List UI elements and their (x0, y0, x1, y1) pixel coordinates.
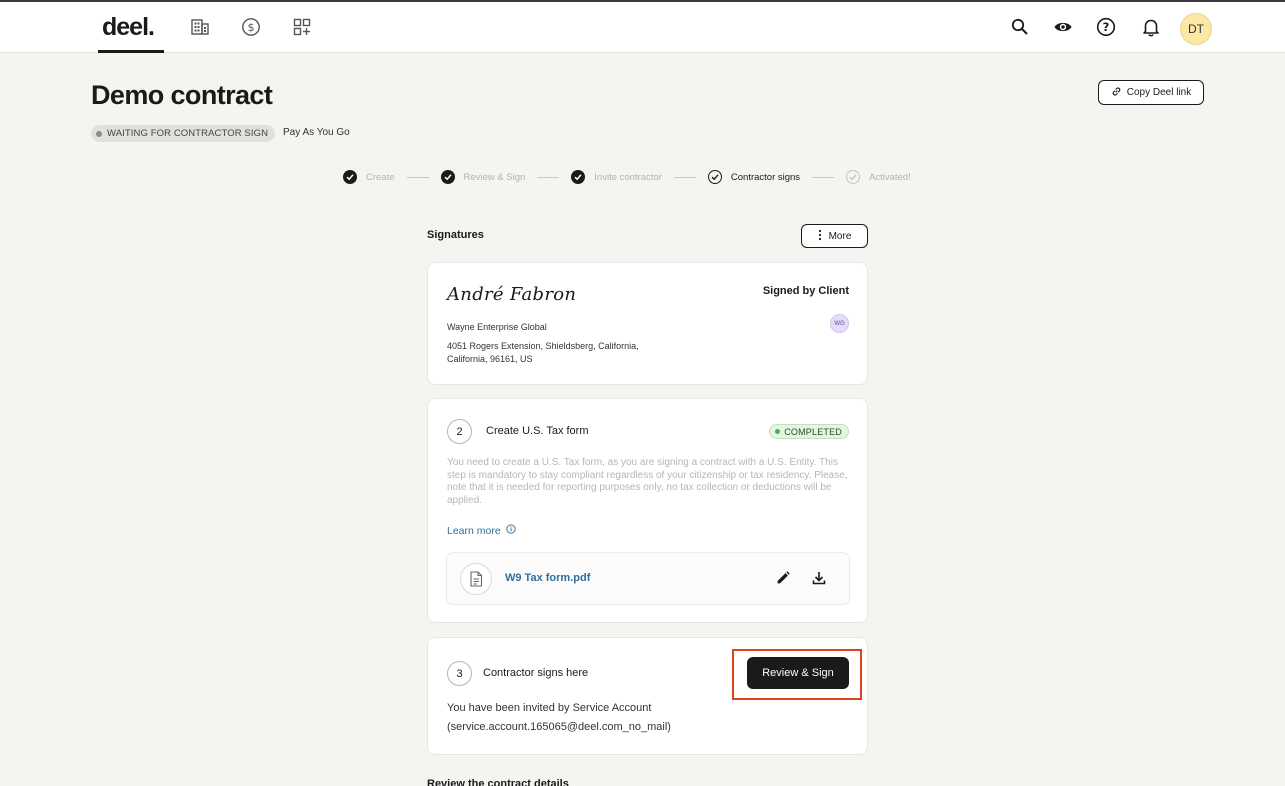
tax-form-title: Create U.S. Tax form (486, 425, 589, 437)
organization-icon[interactable] (189, 16, 211, 38)
page-title: Demo contract (91, 80, 273, 110)
help-icon[interactable]: ? (1095, 16, 1117, 38)
signatures-heading: Signatures (427, 229, 484, 241)
review-and-sign-button[interactable]: Review & Sign (747, 657, 849, 689)
step-connector (673, 176, 696, 178)
contract-plan: Pay As You Go (283, 127, 350, 138)
step-number: 2 (447, 419, 472, 444)
step-create: Create (343, 170, 395, 184)
payments-icon[interactable]: $ (240, 16, 262, 38)
bell-icon[interactable] (1140, 16, 1162, 38)
check-circle-icon (440, 170, 455, 184)
client-signature: André Fabron (447, 284, 577, 305)
copy-deel-link-button[interactable]: Copy Deel link (1098, 80, 1204, 105)
check-circle-icon (343, 170, 357, 184)
client-company-name: Wayne Enterprise Global (447, 322, 547, 332)
link-icon (1111, 86, 1122, 100)
tax-form-card: 2 Create U.S. Tax form COMPLETED You nee… (427, 398, 868, 623)
step-contractor-signs: Contractor signs (707, 170, 801, 184)
top-navigation-bar: deel. $ ? DT (0, 2, 1285, 53)
client-signature-card: André Fabron Signed by Client WG Wayne E… (427, 262, 868, 385)
learn-more-label: Learn more (447, 524, 501, 537)
pencil-icon[interactable] (775, 570, 791, 586)
tax-form-file: W9 Tax form.pdf (446, 552, 850, 605)
document-icon (460, 563, 492, 595)
tax-form-file-name[interactable]: W9 Tax form.pdf (505, 572, 590, 584)
active-nav-indicator (98, 50, 164, 53)
more-label: More (828, 230, 852, 242)
step-invite-contractor: Invite contractor (571, 170, 662, 184)
deel-logo[interactable]: deel. (102, 13, 155, 42)
user-avatar[interactable]: DT (1180, 13, 1212, 45)
learn-more-link[interactable]: Learn more (447, 524, 516, 537)
invitation-text: You have been invited by Service Account… (447, 699, 747, 737)
more-vertical-icon (818, 229, 822, 244)
svg-text:?: ? (1103, 20, 1110, 34)
contractor-sign-card: 3 Contractor signs here Review & Sign Yo… (427, 637, 868, 755)
apps-icon[interactable] (291, 16, 313, 38)
client-company-badge: WG (830, 314, 849, 333)
completed-label: COMPLETED (784, 426, 842, 437)
copy-deel-link-label: Copy Deel link (1126, 87, 1192, 98)
svg-text:$: $ (248, 21, 255, 34)
more-button[interactable]: More (801, 224, 868, 248)
invitation-line: You have been invited by Service Account (447, 702, 652, 714)
completed-badge: COMPLETED (769, 424, 849, 439)
contract-progress-stepper: Create Review & Sign Invite contractor C… (343, 169, 911, 185)
step-number: 3 (447, 661, 472, 686)
step-label: Contractor signs (730, 171, 801, 183)
contractor-sign-title: Contractor signs here (483, 667, 589, 679)
contract-status-label: WAITING FOR CONTRACTOR SIGN (107, 128, 269, 139)
check-circle-outline-icon (707, 170, 722, 184)
step-label: Activated! (869, 171, 911, 183)
step-label: Invite contractor (594, 171, 662, 183)
contract-status-badge: WAITING FOR CONTRACTOR SIGN (91, 125, 276, 142)
tax-form-description: You need to create a U.S. Tax form, as y… (447, 457, 848, 506)
contract-details-heading: Review the contract details (427, 778, 569, 786)
invitation-email: (service.account.165065@deel.com_no_mail… (447, 721, 671, 733)
step-review-sign: Review & Sign (440, 170, 526, 184)
info-icon (506, 524, 516, 537)
step-connector (406, 176, 429, 178)
status-dot (775, 429, 781, 434)
search-icon[interactable] (1009, 16, 1031, 38)
download-icon[interactable] (811, 570, 827, 586)
client-address: 4051 Rogers Extension, Shieldsberg, Cali… (447, 341, 639, 364)
eye-icon[interactable] (1052, 16, 1074, 38)
status-dot (96, 130, 102, 137)
step-connector (537, 176, 560, 178)
step-label: Review & Sign (463, 171, 526, 183)
step-label: Create (366, 171, 395, 183)
step-activated: Activated! (846, 170, 911, 184)
step-connector (812, 176, 835, 178)
check-circle-icon (571, 170, 586, 184)
signed-by-client-label: Signed by Client (762, 285, 849, 297)
check-circle-pending-icon (846, 170, 861, 184)
